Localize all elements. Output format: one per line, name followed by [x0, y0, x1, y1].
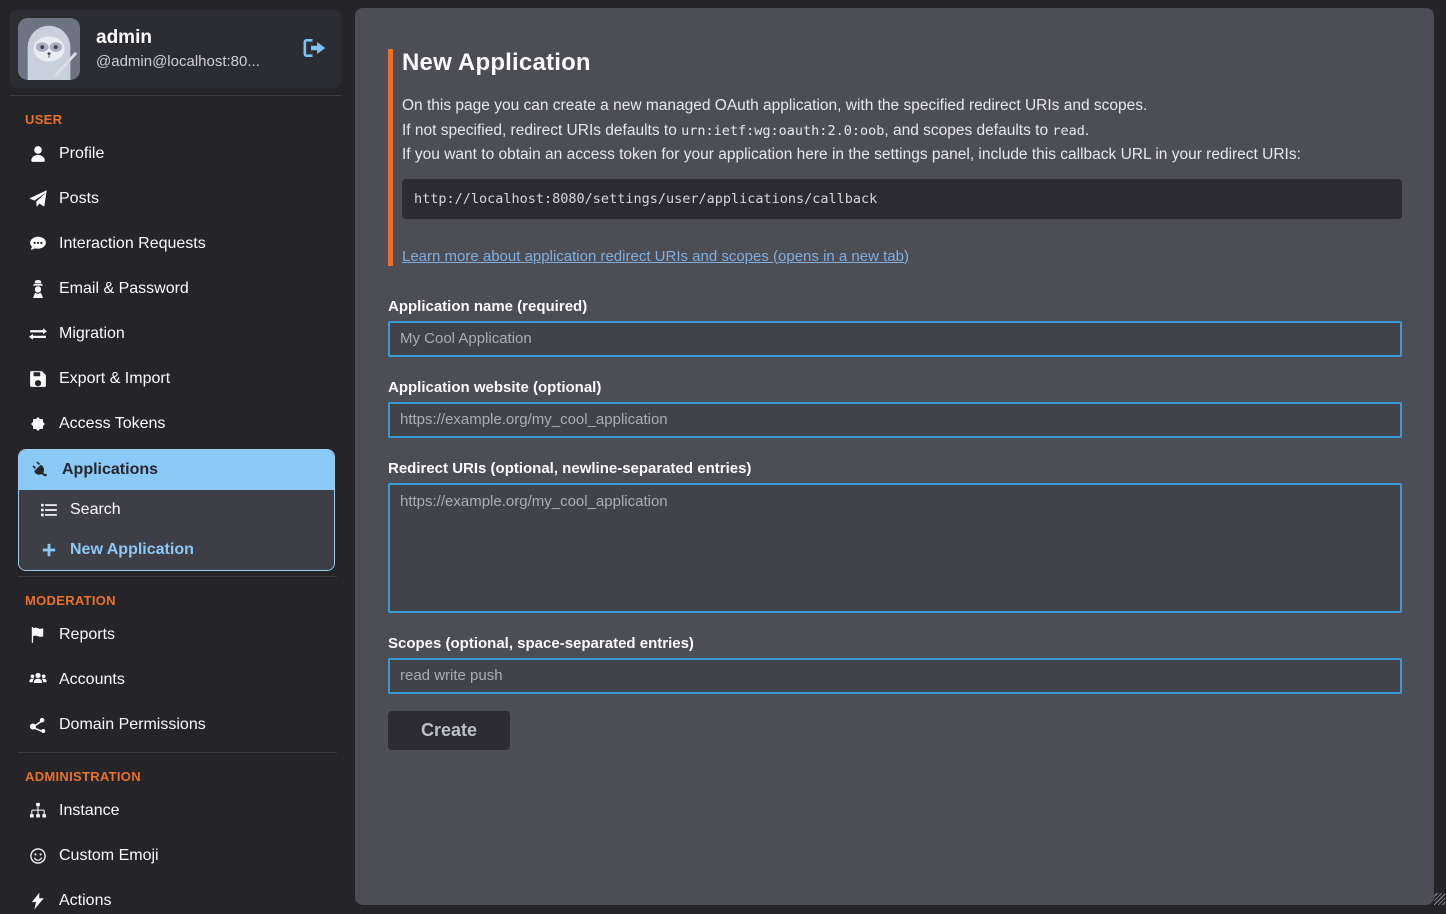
sidebar-item-label: Reports: [59, 623, 115, 646]
sidebar-item-label: New Application: [70, 538, 194, 561]
sidebar-item-applications[interactable]: Applications: [19, 450, 334, 490]
applications-menu-block: Applications Search New Application: [18, 449, 335, 571]
page-title: New Application: [402, 49, 1402, 77]
sidebar-item-email-password[interactable]: Email & Password: [0, 266, 355, 311]
scopes-label: Scopes (optional, space-separated entrie…: [388, 635, 1402, 652]
floppy-disk-icon: [28, 370, 48, 388]
sidebar-item-label: Access Tokens: [59, 412, 165, 435]
smile-icon: [28, 847, 48, 865]
sidebar-item-label: Accounts: [59, 668, 125, 691]
sitemap-icon: [28, 802, 48, 820]
description-line-3: If you want to obtain an access token fo…: [402, 143, 1402, 168]
sidebar-item-migration[interactable]: Migration: [0, 311, 355, 356]
description-line-2: If not specified, redirect URIs defaults…: [402, 119, 1402, 144]
sidebar-item-label: Search: [70, 498, 121, 521]
sidebar-item-label: Applications: [62, 458, 158, 481]
username: admin: [96, 26, 260, 51]
sidebar-item-label: Actions: [59, 889, 111, 912]
new-application-form: Application name (required) Application …: [388, 298, 1402, 750]
sidebar-divider: [10, 95, 341, 96]
sidebar-item-label: Domain Permissions: [59, 713, 206, 736]
callback-url-code-block: http://localhost:8080/settings/user/appl…: [402, 179, 1402, 219]
new-application-panel: New Application On this page you can cre…: [355, 8, 1434, 905]
sidebar-item-domain-permissions[interactable]: Domain Permissions: [0, 702, 355, 747]
sidebar-item-new-application[interactable]: New Application: [19, 530, 334, 570]
sidebar-item-interaction-requests[interactable]: Interaction Requests: [0, 221, 355, 266]
flag-icon: [28, 626, 48, 644]
user-card: admin @admin@localhost:80...: [10, 10, 341, 88]
users-icon: [28, 671, 48, 689]
bolt-icon: [28, 892, 48, 910]
sidebar-divider: [18, 576, 337, 577]
section-title-moderation: MODERATION: [25, 593, 355, 608]
application-name-field-group: Application name (required): [388, 298, 1402, 357]
sidebar-item-applications-search[interactable]: Search: [19, 490, 334, 530]
sidebar-item-actions[interactable]: Actions: [0, 878, 355, 914]
sidebar-item-posts[interactable]: Posts: [0, 176, 355, 221]
application-website-input[interactable]: [388, 402, 1402, 438]
application-website-field-group: Application website (optional): [388, 379, 1402, 438]
description-line-1: On this page you can create a new manage…: [402, 94, 1402, 119]
list-icon: [39, 501, 59, 519]
sidebar-item-label: Profile: [59, 142, 104, 165]
application-name-input[interactable]: [388, 321, 1402, 357]
application-website-label: Application website (optional): [388, 379, 1402, 396]
redirect-uris-textarea[interactable]: [388, 483, 1402, 613]
inline-code-oob: urn:ietf:wg:oauth:2.0:oob: [681, 123, 884, 139]
sidebar-item-label: Email & Password: [59, 277, 189, 300]
sidebar-item-export-import[interactable]: Export & Import: [0, 356, 355, 401]
sidebar-divider: [18, 752, 337, 753]
sidebar-item-access-tokens[interactable]: Access Tokens: [0, 401, 355, 446]
user-handle: @admin@localhost:80...: [96, 51, 260, 72]
create-button[interactable]: Create: [388, 711, 510, 750]
user-icon: [28, 145, 48, 163]
new-application-info: New Application On this page you can cre…: [388, 49, 1402, 266]
sidebar-item-reports[interactable]: Reports: [0, 612, 355, 657]
sidebar-item-label: Export & Import: [59, 367, 170, 390]
plus-icon: [39, 541, 59, 559]
settings-sidebar: admin @admin@localhost:80... USER Profil…: [0, 0, 355, 914]
applications-submenu: Search New Application: [19, 490, 334, 570]
redirect-uris-label: Redirect URIs (optional, newline-separat…: [388, 460, 1402, 477]
sidebar-item-label: Posts: [59, 187, 99, 210]
sidebar-item-profile[interactable]: Profile: [0, 131, 355, 176]
user-secret-icon: [28, 280, 48, 298]
application-name-label: Application name (required): [388, 298, 1402, 315]
paper-plane-icon: [28, 190, 48, 208]
sidebar-item-label: Custom Emoji: [59, 844, 159, 867]
sidebar-item-label: Migration: [59, 322, 125, 345]
sign-out-button[interactable]: [301, 36, 327, 63]
sidebar-item-instance[interactable]: Instance: [0, 788, 355, 833]
sidebar-item-accounts[interactable]: Accounts: [0, 657, 355, 702]
certificate-icon: [28, 415, 48, 433]
section-title-administration: ADMINISTRATION: [25, 769, 355, 784]
learn-more-link[interactable]: Learn more about application redirect UR…: [402, 248, 909, 265]
inline-code-read: read: [1052, 123, 1085, 139]
plug-icon: [31, 461, 51, 479]
sidebar-item-label: Instance: [59, 799, 119, 822]
share-nodes-icon: [28, 716, 48, 734]
section-title-user: USER: [25, 112, 355, 127]
scopes-field-group: Scopes (optional, space-separated entrie…: [388, 635, 1402, 694]
sign-out-icon: [301, 36, 327, 63]
redirect-uris-field-group: Redirect URIs (optional, newline-separat…: [388, 460, 1402, 613]
exchange-icon: [28, 325, 48, 343]
resize-grip[interactable]: [1434, 893, 1445, 905]
sloth-avatar: [18, 18, 80, 80]
scopes-input[interactable]: [388, 658, 1402, 694]
sidebar-item-label: Interaction Requests: [59, 232, 206, 255]
sidebar-item-custom-emoji[interactable]: Custom Emoji: [0, 833, 355, 878]
comment-dots-icon: [28, 235, 48, 253]
user-names: admin @admin@localhost:80...: [96, 26, 260, 72]
